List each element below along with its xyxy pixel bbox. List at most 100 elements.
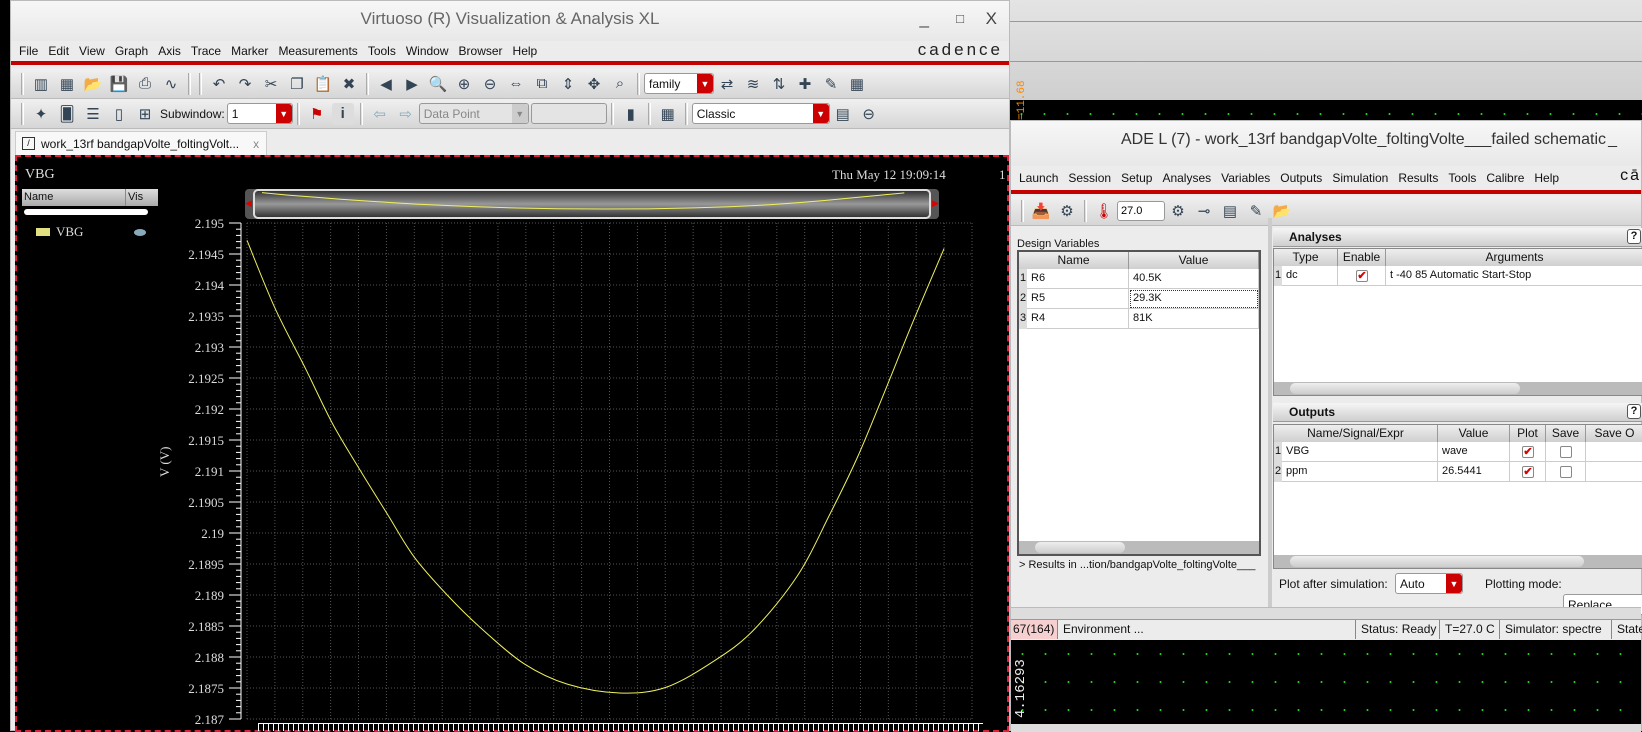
zoom-in-icon[interactable]: ⊕ (453, 73, 475, 95)
menu-tools[interactable]: Tools (1448, 171, 1476, 185)
menu-setup[interactable]: Setup (1121, 171, 1152, 185)
output-value[interactable]: wave (1438, 442, 1510, 462)
output-value[interactable]: 26.5441 (1438, 462, 1510, 482)
design-vars-scrollbar[interactable] (1019, 541, 1259, 554)
save-icon[interactable]: 💾 (108, 73, 130, 95)
vertical-split-icon[interactable]: ▯ (108, 103, 130, 125)
snapshot-icon[interactable]: ∿ (160, 73, 182, 95)
menu-calibre[interactable]: Calibre (1486, 171, 1524, 185)
properties-icon[interactable]: ▤ (832, 103, 854, 125)
horizontal-split-icon[interactable]: ☰ (82, 103, 104, 125)
style-select[interactable]: Classic ▼ (691, 103, 830, 124)
output-row[interactable]: 1 VBG wave ✔ (1274, 442, 1642, 462)
zoom-x-icon[interactable]: ⇔ (505, 73, 527, 95)
save-checkbox[interactable] (1560, 466, 1572, 478)
close-button[interactable]: X (986, 1, 997, 37)
cards-icon[interactable]: 🂠 (56, 103, 78, 125)
remove-window-icon[interactable]: ⊖ (858, 103, 880, 125)
analysis-enable-checkbox[interactable]: ✔ (1356, 270, 1368, 282)
menu-window[interactable]: Window (406, 44, 449, 58)
menu-tools[interactable]: Tools (368, 44, 396, 58)
zoom-y-icon[interactable]: ⇕ (557, 73, 579, 95)
load-state-icon[interactable]: 📥 (1030, 200, 1052, 222)
menu-browser[interactable]: Browser (459, 44, 503, 58)
zoom-fit-icon[interactable]: 🔍 (427, 73, 449, 95)
zoom-reset-icon[interactable]: ⌕ (609, 73, 631, 95)
ade-minimize-button[interactable]: _ (1608, 121, 1617, 159)
output-name[interactable]: ppm (1282, 462, 1438, 482)
copy-icon[interactable]: ❐ (286, 73, 308, 95)
overlay-icon[interactable]: ≋ (742, 73, 764, 95)
plot-checkbox[interactable]: ✔ (1522, 466, 1534, 478)
menu-view[interactable]: View (79, 44, 105, 58)
col-save-options[interactable]: Save O (1586, 425, 1642, 442)
back-icon[interactable]: ◀ (375, 73, 397, 95)
delete-icon[interactable]: ✖ (338, 73, 360, 95)
col-value[interactable]: Value (1129, 252, 1259, 269)
menu-edit[interactable]: Edit (48, 44, 69, 58)
cut-icon[interactable]: ✂ (260, 73, 282, 95)
analysis-row[interactable]: 1 dc ✔ t -40 85 Automatic Start-Stop (1274, 266, 1642, 286)
data-point-select[interactable]: Data Point ▼ (418, 103, 529, 124)
variable-name[interactable]: R4 (1027, 309, 1129, 329)
menu-graph[interactable]: Graph (115, 44, 148, 58)
variable-name[interactable]: R6 (1027, 269, 1129, 289)
output-row[interactable]: 2 ppm 26.5441 ✔ (1274, 462, 1642, 482)
legend-item-vbg[interactable]: VBG (36, 223, 156, 241)
menu-measurements[interactable]: Measurements (278, 44, 357, 58)
col-plot[interactable]: Plot (1510, 425, 1546, 442)
forward-icon[interactable]: ▶ (401, 73, 423, 95)
tile-icon[interactable]: ⊞ (134, 103, 156, 125)
netlist-run-icon[interactable]: ⚙ (1167, 200, 1189, 222)
variable-value[interactable]: 40.5K (1129, 269, 1259, 289)
analyses-scrollbar[interactable] (1274, 382, 1642, 395)
new-window-icon[interactable]: ▥ (30, 73, 52, 95)
strip-chart-icon[interactable]: ⇄ (716, 73, 738, 95)
histogram-icon[interactable]: ▮ (620, 103, 642, 125)
analysis-type[interactable]: dc (1282, 266, 1338, 286)
col-value[interactable]: Value (1438, 425, 1510, 442)
grid-icon[interactable]: ▦ (846, 73, 868, 95)
design-variable-row[interactable]: 3 R4 81K (1019, 309, 1259, 329)
results-icon[interactable]: ▤ (1219, 200, 1241, 222)
menu-simulation[interactable]: Simulation (1332, 171, 1388, 185)
menu-help[interactable]: Help (513, 44, 538, 58)
save-checkbox[interactable] (1560, 446, 1572, 458)
menu-help[interactable]: Help (1534, 171, 1559, 185)
subwindow-icon[interactable]: ▦ (56, 73, 78, 95)
overview-right-arrow-icon[interactable]: ▶ (932, 198, 939, 209)
redo-icon[interactable]: ↷ (234, 73, 256, 95)
zoom-xy-icon[interactable]: ✥ (583, 73, 605, 95)
col-arguments[interactable]: Arguments (1386, 249, 1642, 266)
split-icon[interactable]: ⇅ (768, 73, 790, 95)
menu-marker[interactable]: Marker (231, 44, 268, 58)
tab-close-icon[interactable]: x (253, 137, 259, 151)
edit-trace-icon[interactable]: ✎ (820, 73, 842, 95)
print-icon[interactable]: ⎙ (134, 73, 156, 95)
variable-value[interactable]: 29.3K (1129, 289, 1259, 309)
next-point-icon[interactable]: ⇨ (395, 103, 417, 125)
menu-analyses[interactable]: Analyses (1162, 171, 1211, 185)
marker-flag-icon[interactable]: ⚑ (306, 103, 328, 125)
output-name[interactable]: VBG (1282, 442, 1438, 462)
design-variable-row[interactable]: 1 R6 40.5K (1019, 269, 1259, 289)
variable-value[interactable]: 81K (1129, 309, 1259, 329)
edit-icon[interactable]: ✎ (1245, 200, 1267, 222)
calculator-icon[interactable]: ▦ (657, 103, 679, 125)
visibility-eye-icon[interactable] (134, 228, 146, 236)
info-icon[interactable]: i (331, 102, 354, 125)
plot-checkbox[interactable]: ✔ (1522, 446, 1534, 458)
undo-icon[interactable]: ↶ (208, 73, 230, 95)
legend-filter[interactable] (24, 209, 148, 215)
add-trace-icon[interactable]: ✚ (794, 73, 816, 95)
subwindow-select[interactable]: 1 ▼ (226, 103, 293, 124)
col-save[interactable]: Save (1546, 425, 1586, 442)
col-type[interactable]: Type (1274, 249, 1338, 266)
menu-results[interactable]: Results (1398, 171, 1438, 185)
menu-launch[interactable]: Launch (1019, 171, 1058, 185)
col-name-signal-expr[interactable]: Name/Signal/Expr (1274, 425, 1438, 442)
variable-name[interactable]: R5 (1027, 289, 1129, 309)
analyses-help-button[interactable]: ? (1627, 229, 1641, 244)
legend-col-name[interactable]: Name (24, 189, 53, 206)
folder-icon[interactable]: 📂 (1271, 200, 1293, 222)
